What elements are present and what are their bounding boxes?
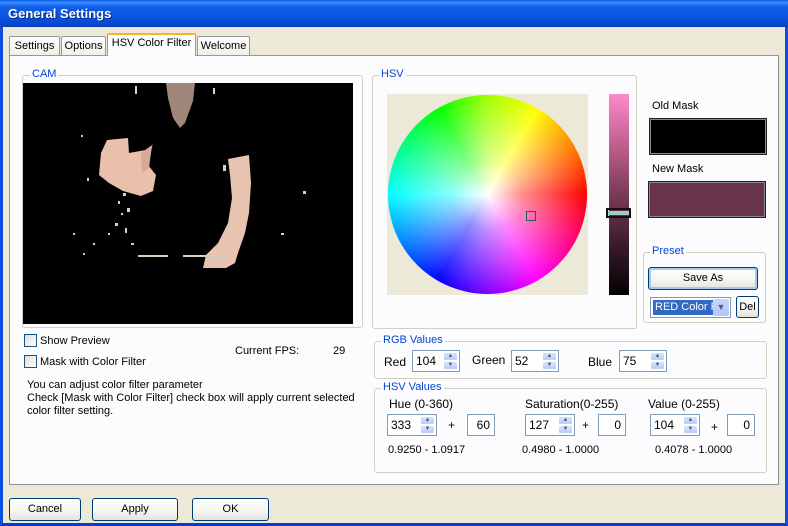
- hue-label: Hue (0-360): [389, 397, 454, 411]
- green-value[interactable]: 52: [515, 354, 528, 368]
- red-value[interactable]: 104: [416, 354, 436, 368]
- old-mask-swatch: [649, 118, 767, 155]
- hsv-values-group-label: HSV Values: [381, 381, 444, 393]
- hue-increment-icon[interactable]: ▲: [420, 416, 435, 425]
- preset-group-label: Preset: [650, 245, 686, 257]
- mask-with-color-filter-row[interactable]: Mask with Color Filter: [24, 355, 146, 368]
- apply-label: Apply: [121, 503, 149, 515]
- value-slider-thumb[interactable]: [606, 208, 631, 218]
- saturation-tolerance-input[interactable]: 0: [598, 414, 626, 436]
- mask-with-color-filter-checkbox[interactable]: [24, 355, 37, 368]
- blue-spinner[interactable]: 75 ▲ ▼: [619, 350, 667, 372]
- hue-tolerance-input[interactable]: 60: [467, 414, 495, 436]
- tab-hsv-color-filter[interactable]: HSV Color Filter: [107, 33, 196, 56]
- cancel-button[interactable]: Cancel: [9, 498, 81, 521]
- saturation-label: Saturation(0-255): [525, 397, 619, 411]
- tab-options[interactable]: Options: [61, 36, 106, 55]
- delete-preset-label: Del: [739, 301, 756, 313]
- cancel-label: Cancel: [27, 503, 63, 515]
- new-mask-swatch: [648, 181, 766, 218]
- new-mask-label: New Mask: [652, 163, 704, 175]
- saturation-decrement-icon[interactable]: ▼: [558, 425, 573, 434]
- help-text-line-3: color filter setting.: [27, 405, 114, 417]
- green-label: Green: [472, 353, 506, 367]
- saturation-increment-icon[interactable]: ▲: [558, 416, 573, 425]
- hue-value[interactable]: 333: [391, 418, 411, 432]
- hsv-picker-group-label: HSV: [379, 68, 406, 80]
- red-decrement-icon[interactable]: ▼: [443, 361, 458, 370]
- fps-value: 29: [333, 345, 346, 357]
- hue-range: 0.9250 - 1.0917: [388, 444, 466, 456]
- saturation-value[interactable]: 127: [529, 418, 549, 432]
- blue-value[interactable]: 75: [623, 354, 636, 368]
- apply-button[interactable]: Apply: [92, 498, 178, 521]
- cam-group-label: CAM: [30, 68, 59, 80]
- fps-label: Current FPS:: [235, 345, 300, 357]
- value-plus-sign: +: [711, 420, 719, 434]
- show-preview-row[interactable]: Show Preview: [24, 334, 110, 347]
- red-spinner[interactable]: 104 ▲ ▼: [412, 350, 460, 372]
- ok-label: OK: [222, 503, 239, 515]
- blue-increment-icon[interactable]: ▲: [650, 352, 665, 361]
- help-text-line-2: Check [Mask with Color Filter] check box…: [27, 392, 355, 404]
- value-range: 0.4078 - 1.0000: [655, 444, 733, 456]
- camera-frame-image: [23, 83, 353, 324]
- value-label: Value (0-255): [648, 397, 720, 411]
- blue-decrement-icon[interactable]: ▼: [650, 361, 665, 370]
- value-value[interactable]: 104: [654, 418, 674, 432]
- show-preview-checkbox[interactable]: [24, 334, 37, 347]
- blue-label: Blue: [588, 355, 613, 369]
- tab-settings[interactable]: Settings: [9, 36, 60, 55]
- value-decrement-icon[interactable]: ▼: [683, 425, 698, 434]
- preset-select[interactable]: RED Color F ▼: [650, 297, 731, 318]
- red-label: Red: [384, 355, 407, 369]
- chevron-down-icon[interactable]: ▼: [713, 299, 729, 316]
- value-spinner[interactable]: 104 ▲ ▼: [650, 414, 700, 436]
- value-slider-track[interactable]: [609, 94, 629, 295]
- old-mask-label: Old Mask: [652, 100, 699, 112]
- title-bar[interactable]: General Settings: [0, 0, 788, 27]
- mask-with-color-filter-label: Mask with Color Filter: [40, 355, 146, 368]
- saturation-plus-sign: +: [582, 418, 590, 432]
- hue-plus-sign: +: [448, 418, 456, 432]
- green-increment-icon[interactable]: ▲: [542, 352, 557, 361]
- hue-decrement-icon[interactable]: ▼: [420, 425, 435, 434]
- value-increment-icon[interactable]: ▲: [683, 416, 698, 425]
- saturation-spinner[interactable]: 127 ▲ ▼: [525, 414, 575, 436]
- green-decrement-icon[interactable]: ▼: [542, 361, 557, 370]
- wheel-selection-marker[interactable]: [526, 211, 536, 221]
- green-spinner[interactable]: 52 ▲ ▼: [511, 350, 559, 372]
- camera-preview: [23, 83, 353, 324]
- preset-selected-value: RED Color F: [653, 300, 713, 315]
- tab-welcome[interactable]: Welcome: [197, 36, 250, 55]
- show-preview-label: Show Preview: [40, 334, 110, 347]
- window-title: General Settings: [8, 6, 112, 21]
- value-tolerance-input[interactable]: 0: [727, 414, 755, 436]
- hue-saturation-color-wheel[interactable]: [388, 95, 587, 294]
- help-text-line-1: You can adjust color filter parameter: [27, 379, 203, 391]
- save-as-label: Save As: [682, 272, 724, 284]
- ok-button[interactable]: OK: [192, 498, 269, 521]
- red-increment-icon[interactable]: ▲: [443, 352, 458, 361]
- hue-spinner[interactable]: 333 ▲ ▼: [387, 414, 437, 436]
- rgb-values-group-label: RGB Values: [381, 334, 445, 346]
- delete-preset-button[interactable]: Del: [736, 296, 759, 318]
- save-as-button[interactable]: Save As: [648, 267, 758, 290]
- saturation-range: 0.4980 - 1.0000: [522, 444, 600, 456]
